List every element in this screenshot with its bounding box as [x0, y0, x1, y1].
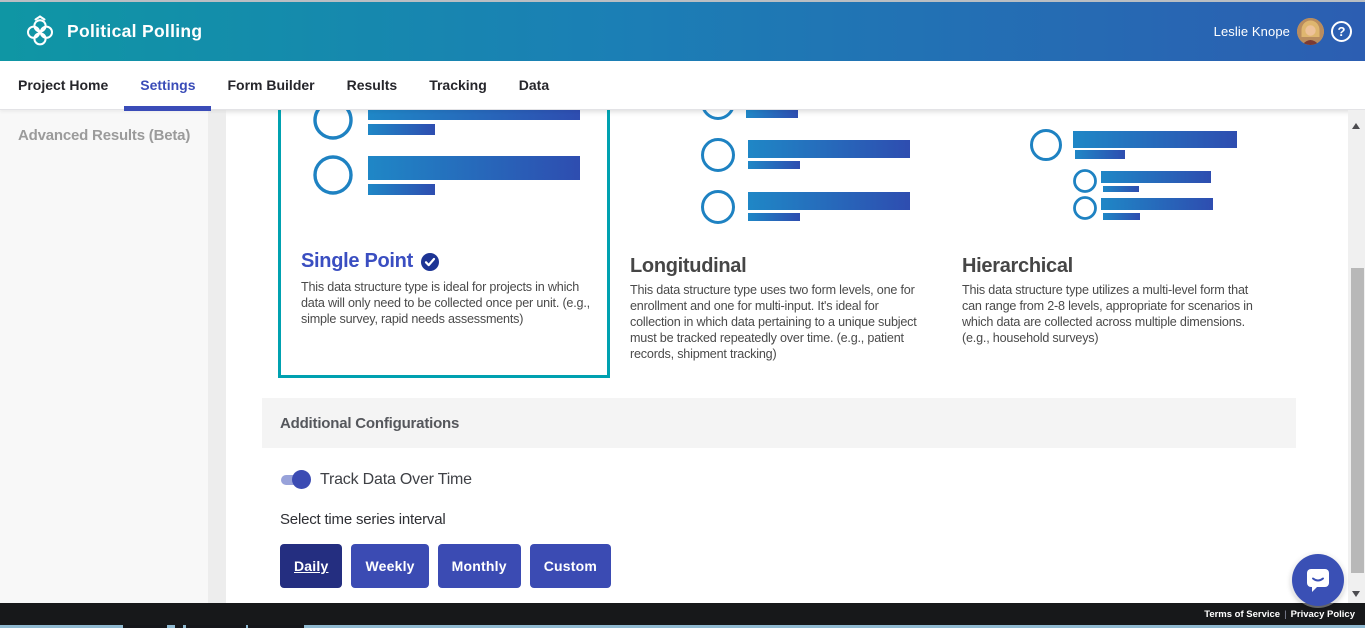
interval-buttons: Daily Weekly Monthly Custom: [280, 544, 612, 588]
card-single-point[interactable]: Single Point This data structure type is…: [278, 110, 610, 378]
interval-button-monthly[interactable]: Monthly: [437, 544, 521, 588]
track-data-toggle[interactable]: [280, 470, 312, 489]
card-hierarchical[interactable]: Hierarchical This data structure type ut…: [962, 110, 1292, 378]
app-window: Political Polling Leslie Knope ? Project…: [0, 0, 1365, 628]
tab-settings[interactable]: Settings: [124, 61, 212, 111]
selected-check-icon: [420, 252, 439, 271]
card-title: Longitudinal: [630, 255, 747, 277]
interval-prompt: Select time series interval: [280, 511, 446, 528]
interval-button-weekly[interactable]: Weekly: [351, 544, 429, 588]
card-title: Single Point: [301, 250, 439, 273]
header-user-area: Leslie Knope ?: [1214, 2, 1352, 61]
toggle-label: Track Data Over Time: [320, 470, 472, 488]
card-description: This data structure type is ideal for pr…: [301, 280, 590, 326]
sidebar-item-advanced-results[interactable]: Advanced Results (Beta): [0, 110, 208, 144]
sidebar-divider: [208, 110, 226, 603]
main-content: Single Point This data structure type is…: [226, 110, 1348, 603]
user-name: Leslie Knope: [1213, 24, 1290, 39]
window-top-edge: [0, 0, 1365, 2]
privacy-policy-link[interactable]: Privacy Policy: [1291, 609, 1355, 620]
project-nav: Project Home Settings Form Builder Resul…: [0, 61, 1365, 111]
tab-tracking[interactable]: Tracking: [413, 61, 503, 109]
vertical-scrollbar[interactable]: [1348, 110, 1365, 603]
card-description: This data structure type uses two form l…: [630, 283, 917, 361]
tab-project-home[interactable]: Project Home: [2, 61, 124, 109]
tab-results[interactable]: Results: [331, 61, 414, 109]
track-data-row: Track Data Over Time: [280, 470, 472, 489]
section-header-additional-configurations: Additional Configurations: [262, 398, 1296, 448]
terms-of-service-link[interactable]: Terms of Service: [1204, 609, 1280, 620]
active-tab-underline: [124, 106, 212, 111]
interval-button-custom[interactable]: Custom: [529, 544, 612, 588]
scroll-up-icon[interactable]: [1352, 123, 1360, 129]
scrollbar-thumb[interactable]: [1351, 268, 1364, 573]
footer-separator: |: [1284, 608, 1287, 620]
scroll-down-icon[interactable]: [1352, 591, 1360, 597]
tab-form-builder[interactable]: Form Builder: [211, 61, 330, 109]
toggle-thumb: [292, 470, 311, 489]
card-longitudinal[interactable]: Longitudinal This data structure type us…: [630, 110, 943, 378]
tab-data[interactable]: Data: [503, 61, 565, 109]
chat-widget-button[interactable]: [1292, 554, 1344, 606]
help-icon[interactable]: ?: [1331, 21, 1352, 42]
card-title: Hierarchical: [962, 255, 1073, 277]
app-logo-icon: [27, 14, 53, 45]
footer-bar: Terms of Service | Privacy Policy: [0, 603, 1365, 625]
chat-bubble-icon: [1307, 569, 1329, 592]
interval-button-daily[interactable]: Daily: [280, 544, 343, 588]
page-title: Political Polling: [67, 21, 203, 41]
avatar[interactable]: [1297, 18, 1324, 45]
settings-sidebar: Advanced Results (Beta): [0, 110, 208, 603]
app-header: Political Polling Leslie Knope ?: [0, 2, 1365, 61]
card-description: This data structure type utilizes a mult…: [962, 283, 1253, 345]
